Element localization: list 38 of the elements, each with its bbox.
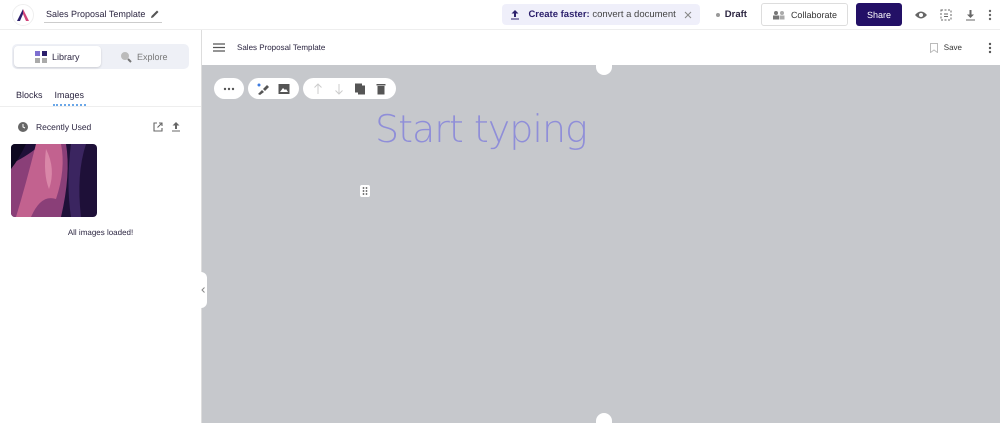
document-title: Sales Proposal Template: [237, 43, 326, 52]
section-title: Recently Used: [36, 122, 92, 132]
collapse-handle[interactable]: [199, 272, 207, 308]
share-button[interactable]: Share: [856, 3, 902, 26]
brush-icon[interactable]: [257, 82, 269, 94]
app-logo[interactable]: [12, 4, 34, 26]
menu-icon[interactable]: [213, 43, 225, 52]
image-icon[interactable]: [278, 82, 290, 94]
status-dot: [716, 12, 720, 16]
mode-tab[interactable]: Explore: [100, 46, 187, 67]
more-vertical-icon[interactable]: [988, 42, 992, 54]
drag-handle-icon[interactable]: [360, 185, 370, 197]
external-link-icon[interactable]: [153, 122, 163, 132]
mode-tab[interactable]: Library: [14, 46, 100, 67]
status-label: Draft: [724, 9, 747, 20]
blocks-icon: [34, 50, 47, 62]
more-vertical-icon[interactable]: [988, 8, 992, 20]
save-button[interactable]: Save: [924, 42, 968, 54]
clock-icon: [18, 122, 28, 132]
convert-banner[interactable]: Create faster: convert a document: [502, 4, 700, 25]
upload-icon: [510, 9, 520, 20]
close-icon[interactable]: [684, 10, 692, 18]
document-title-field[interactable]: Sales Proposal Template: [44, 6, 162, 22]
status-message: All images loaded!: [66, 228, 134, 237]
sub-tab[interactable]: Blocks: [14, 88, 45, 106]
pencil-icon: [150, 8, 160, 18]
frame-icon[interactable]: [940, 8, 953, 21]
eye-icon[interactable]: [914, 10, 928, 20]
bookmark-icon: [930, 42, 938, 52]
sub-tab[interactable]: Images: [52, 88, 86, 106]
collaborate-button[interactable]: Collaborate: [760, 3, 848, 26]
upload-icon[interactable]: [171, 121, 181, 132]
copy-icon[interactable]: [354, 82, 366, 94]
trash-icon[interactable]: [375, 82, 387, 94]
download-icon[interactable]: [965, 8, 976, 20]
people-icon: [772, 10, 786, 20]
search-icon: [120, 50, 132, 62]
banner-text: Create faster: convert a document: [528, 9, 676, 20]
